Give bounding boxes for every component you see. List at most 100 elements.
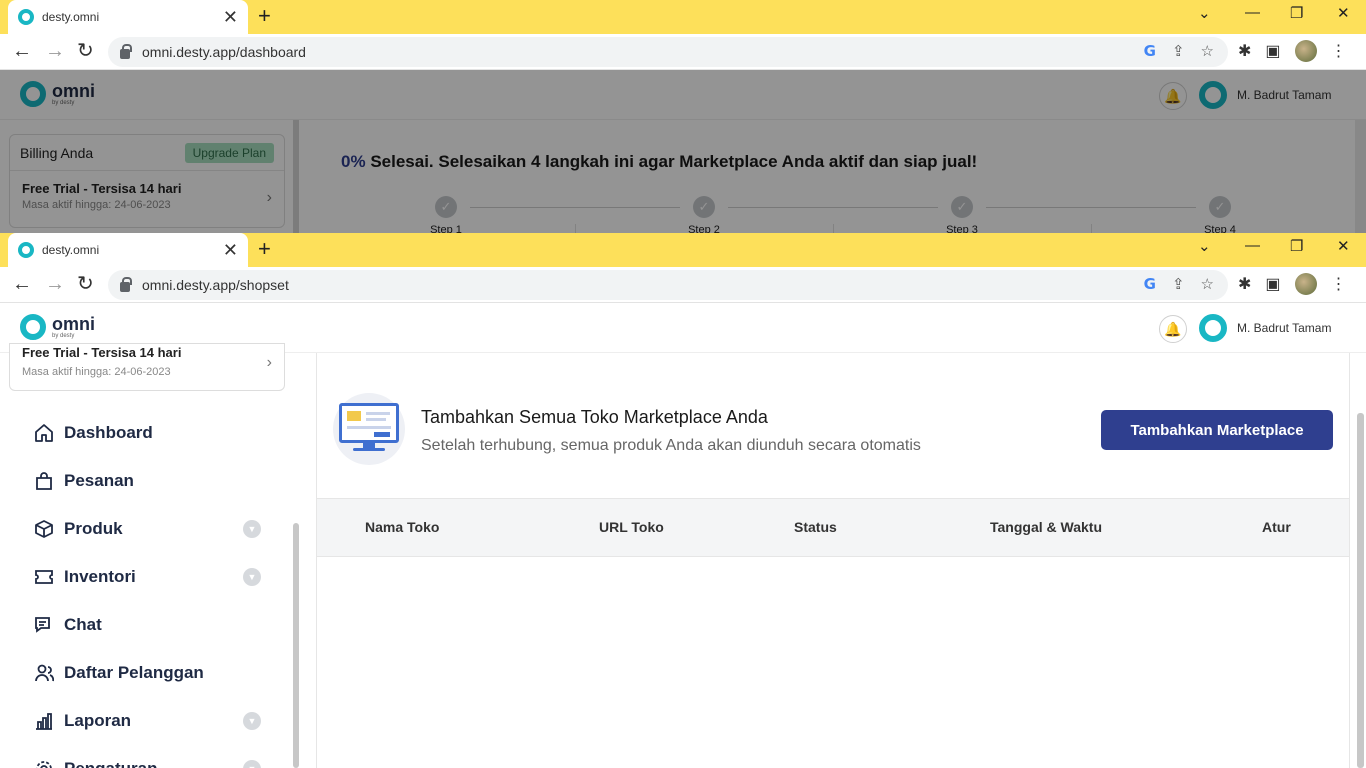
restore-icon[interactable]: ❐	[1290, 237, 1303, 255]
chevron-down-icon[interactable]: ▼	[243, 760, 261, 768]
tab-title: desty.omni	[42, 243, 100, 257]
step-divider	[833, 224, 834, 233]
users-icon	[34, 663, 54, 683]
browser-tab[interactable]: desty.omni ✕	[8, 233, 248, 267]
browser-menu-icon[interactable]: ⋮	[1331, 274, 1347, 294]
minimize-icon[interactable]: —	[1245, 4, 1260, 21]
step-4[interactable]: ✓ Step 4	[1190, 196, 1250, 233]
progress-percent: 0%	[341, 152, 366, 171]
sidebar-item-dashboard[interactable]: Dashboard	[0, 409, 290, 457]
sidebar-item-daftar-pelanggan[interactable]: Daftar Pelanggan	[0, 649, 290, 697]
bookmark-star-icon[interactable]: ☆	[1201, 42, 1214, 60]
sidebar-scrollbar[interactable]	[293, 120, 299, 233]
add-marketplace-button[interactable]: Tambahkan Marketplace	[1101, 410, 1333, 450]
user-name[interactable]: M. Badrut Tamam	[1237, 88, 1331, 102]
step-label: Step 2	[688, 224, 720, 233]
google-icon[interactable]: G	[1144, 42, 1156, 60]
back-icon[interactable]: ←	[12, 273, 32, 295]
step-divider	[575, 224, 576, 233]
sidebar-item-pengaturan[interactable]: Pengaturan ▼	[0, 745, 290, 768]
page-scrollbar[interactable]	[1355, 120, 1366, 233]
share-icon[interactable]: ⇪	[1172, 42, 1185, 60]
user-avatar[interactable]	[1199, 314, 1227, 342]
chevron-down-icon[interactable]: ▼	[243, 712, 261, 730]
tab-search-icon[interactable]: ⌄	[1198, 4, 1211, 22]
logo-ring-icon	[20, 81, 46, 107]
tab-close-icon[interactable]: ✕	[223, 241, 238, 259]
sidebar-item-label: Pengaturan	[64, 759, 158, 768]
column-header-tanggal-waktu: Tanggal & Waktu	[990, 519, 1102, 535]
sidebar-item-label: Daftar Pelanggan	[64, 663, 204, 682]
extensions-icon[interactable]: ✱	[1238, 274, 1251, 294]
tab-search-icon[interactable]: ⌄	[1198, 237, 1211, 255]
profile-avatar[interactable]	[1294, 40, 1317, 62]
user-name[interactable]: M. Badrut Tamam	[1237, 321, 1331, 335]
trial-info[interactable]: Free Trial - Tersisa 14 hari Masa aktif …	[10, 171, 284, 211]
favicon-icon	[18, 242, 34, 258]
sidebar-scrollbar[interactable]	[293, 523, 299, 768]
step-divider	[1091, 224, 1092, 233]
check-icon: ✓	[1209, 196, 1231, 218]
browser-tab[interactable]: desty.omni ✕	[8, 0, 248, 34]
chevron-down-icon[interactable]: ▼	[243, 568, 261, 586]
sidebar-item-label: Laporan	[64, 711, 132, 730]
chevron-right-icon: ›	[266, 354, 272, 371]
trial-status: Free Trial - Tersisa 14 hari	[22, 181, 182, 196]
side-panel-icon[interactable]: ▣	[1265, 41, 1280, 61]
monitor-base	[353, 448, 385, 451]
home-icon	[34, 423, 54, 443]
chevron-down-icon[interactable]: ▼	[243, 520, 261, 538]
share-icon[interactable]: ⇪	[1172, 275, 1185, 293]
browser-menu-icon[interactable]: ⋮	[1331, 41, 1347, 61]
omni-logo[interactable]: omni by desty	[20, 314, 95, 340]
google-icon[interactable]: G	[1144, 275, 1156, 293]
url-text: omni.desty.app/shopset	[142, 277, 289, 293]
trial-expiry: Masa aktif hingga: 24-06-2023	[22, 199, 171, 211]
step-3[interactable]: ✓ Step 3	[932, 196, 992, 233]
new-tab-button[interactable]: +	[258, 5, 271, 27]
column-header-url-toko: URL Toko	[599, 519, 664, 535]
sidebar-item-laporan[interactable]: Laporan ▼	[0, 697, 290, 745]
sidebar-item-label: Dashboard	[64, 423, 153, 442]
chat-icon	[34, 615, 54, 635]
page-scrollbar[interactable]	[1357, 413, 1364, 768]
url-field[interactable]: omni.desty.app/shopset G ⇪ ☆	[108, 270, 1228, 300]
window-close-icon[interactable]: ✕	[1337, 4, 1350, 22]
notification-bell-icon[interactable]: 🔔	[1159, 82, 1187, 110]
marketplace-title: Tambahkan Semua Toko Marketplace Anda	[421, 407, 768, 427]
side-panel-icon[interactable]: ▣	[1265, 274, 1280, 294]
sidebar: Free Trial - Tersisa 14 hari Masa aktif …	[0, 343, 300, 768]
trial-info[interactable]: Free Trial - Tersisa 14 hari Masa aktif …	[9, 343, 285, 391]
upgrade-plan-button[interactable]: Upgrade Plan	[184, 142, 274, 163]
reload-icon[interactable]: ↻	[77, 40, 94, 62]
tab-bar: desty.omni ✕ + ⌄ — ❐ ✕	[0, 233, 1366, 267]
forward-icon[interactable]: →	[45, 40, 65, 62]
window-close-icon[interactable]: ✕	[1337, 237, 1350, 255]
logo-ring-icon	[20, 314, 46, 340]
extensions-icon[interactable]: ✱	[1238, 41, 1251, 61]
tab-close-icon[interactable]: ✕	[223, 8, 238, 26]
profile-avatar[interactable]	[1294, 273, 1317, 295]
step-1[interactable]: ✓ Step 1	[416, 196, 476, 233]
forward-icon[interactable]: →	[45, 273, 65, 295]
step-2[interactable]: ✓ Step 2	[674, 196, 734, 233]
onboarding-panel: 0% Selesai. Selesaikan 4 langkah ini aga…	[316, 128, 1350, 233]
trial-status: Free Trial - Tersisa 14 hari	[22, 345, 182, 360]
lock-icon	[120, 277, 132, 292]
notification-bell-icon[interactable]: 🔔	[1159, 315, 1187, 343]
omni-logo[interactable]: omni by desty	[20, 81, 95, 107]
bookmark-star-icon[interactable]: ☆	[1201, 275, 1214, 293]
sidebar-item-inventori[interactable]: Inventori ▼	[0, 553, 290, 601]
sidebar-item-chat[interactable]: Chat	[0, 601, 290, 649]
address-bar: ← → ↻ omni.desty.app/dashboard G ⇪ ☆ ✱ ▣…	[0, 34, 1366, 70]
sidebar-item-pesanan[interactable]: Pesanan	[0, 457, 290, 505]
user-avatar[interactable]	[1199, 81, 1227, 109]
bag-icon	[34, 471, 54, 491]
new-tab-button[interactable]: +	[258, 238, 271, 260]
back-icon[interactable]: ←	[12, 40, 32, 62]
url-field[interactable]: omni.desty.app/dashboard G ⇪ ☆	[108, 37, 1228, 67]
sidebar-item-produk[interactable]: Produk ▼	[0, 505, 290, 553]
reload-icon[interactable]: ↻	[77, 273, 94, 295]
minimize-icon[interactable]: —	[1245, 237, 1260, 254]
restore-icon[interactable]: ❐	[1290, 4, 1303, 22]
